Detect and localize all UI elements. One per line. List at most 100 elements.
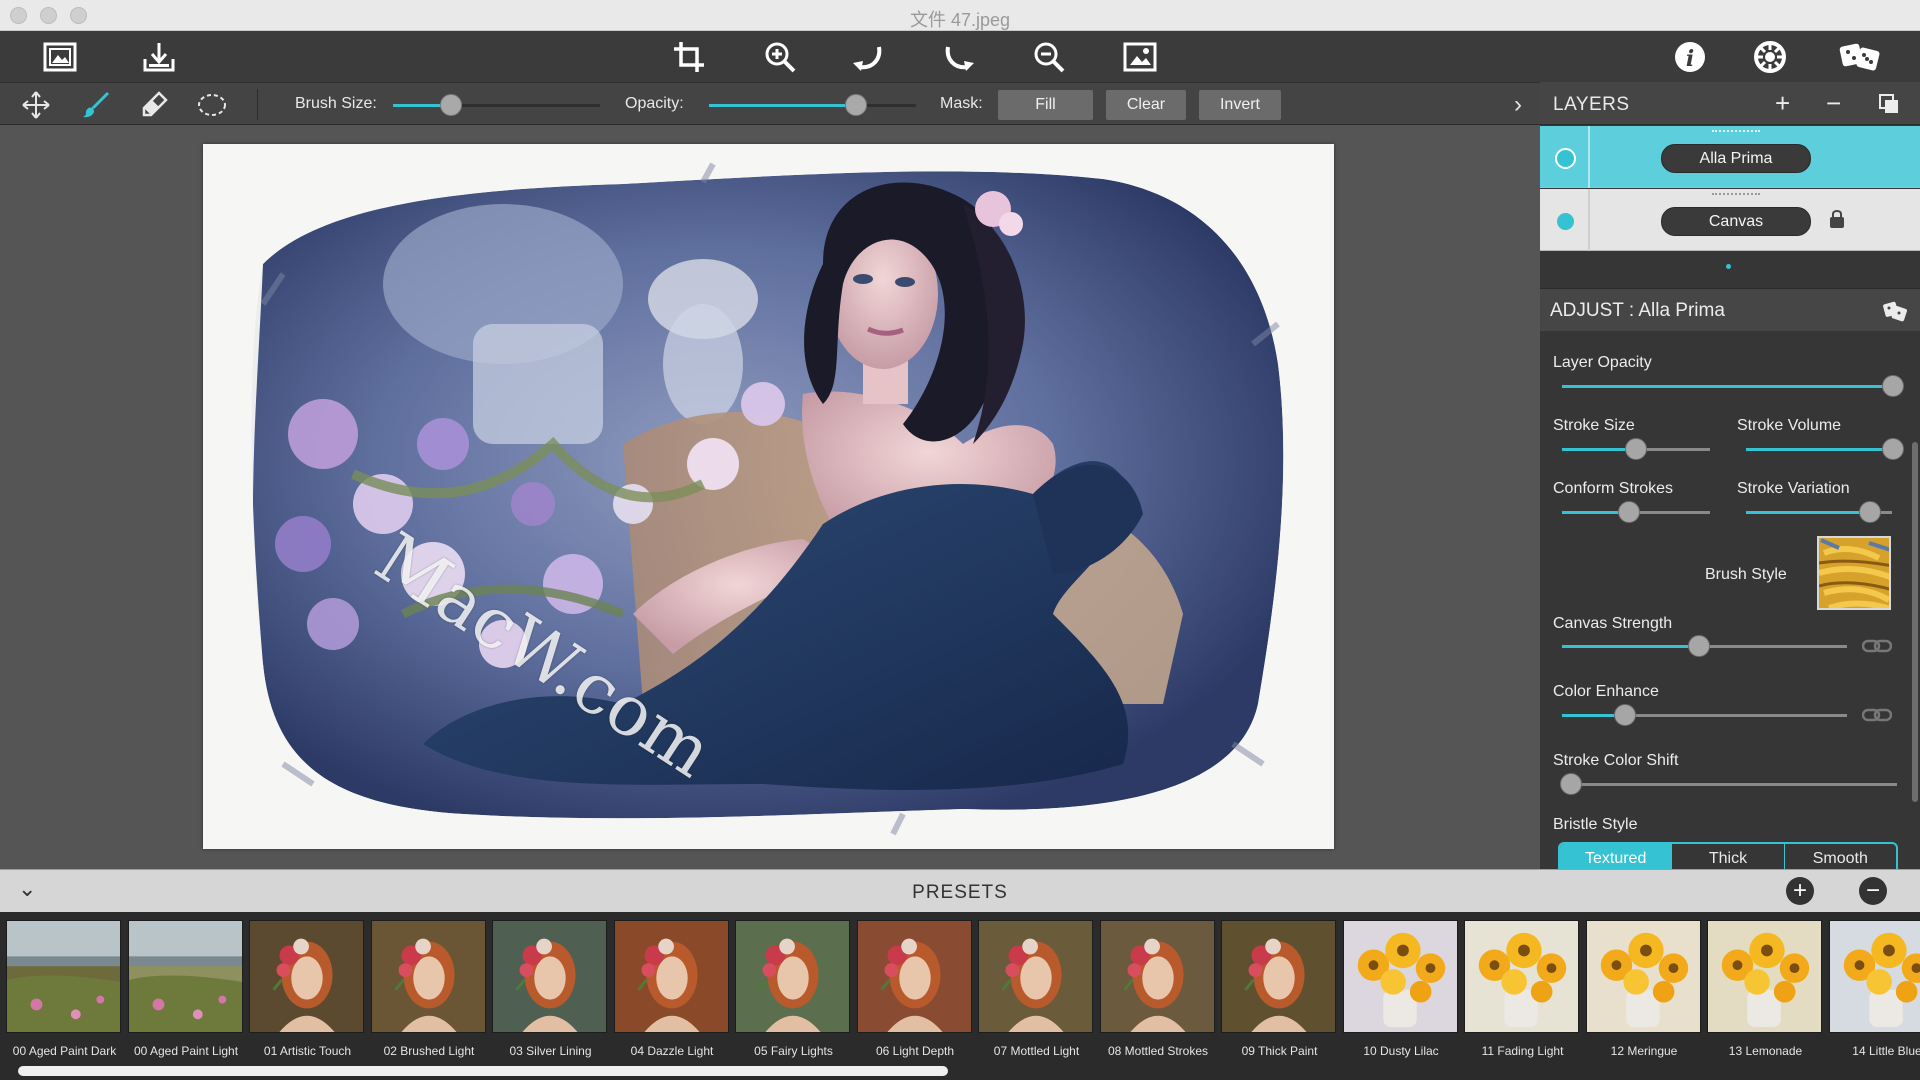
link-icon[interactable] bbox=[1861, 638, 1893, 654]
stroke-variation-slider[interactable] bbox=[1746, 501, 1892, 523]
preset-item[interactable]: 07 Mottled Light bbox=[978, 920, 1095, 1065]
eraser-tool-icon[interactable] bbox=[136, 87, 172, 123]
canvas-strength-fill bbox=[1562, 645, 1699, 648]
brush-style-label: Brush Style bbox=[1705, 566, 1787, 583]
preset-item[interactable]: 13 Lemonade bbox=[1707, 920, 1824, 1065]
drag-handle-icon[interactable] bbox=[1712, 130, 1760, 132]
link-icon[interactable] bbox=[1861, 707, 1893, 723]
preset-item[interactable]: 12 Meringue bbox=[1585, 920, 1703, 1065]
layer-visibility-toggle[interactable] bbox=[1555, 211, 1576, 232]
stroke-volume-knob[interactable] bbox=[1882, 438, 1904, 460]
duplicate-layer-icon[interactable] bbox=[1878, 93, 1900, 119]
layer-row-alla-prima[interactable]: Alla Prima bbox=[1540, 126, 1920, 188]
layer-visibility-toggle[interactable] bbox=[1555, 148, 1576, 169]
randomize-icon[interactable] bbox=[1836, 37, 1884, 77]
preset-thumbnail bbox=[613, 920, 729, 1033]
lasso-tool-icon[interactable] bbox=[194, 87, 230, 123]
preset-label: 10 Dusty Lilac bbox=[1363, 1043, 1439, 1058]
layers-header: LAYERS + − bbox=[1540, 82, 1920, 125]
preset-item[interactable]: 14 Little Blue bbox=[1828, 920, 1920, 1065]
fit-image-icon[interactable] bbox=[1120, 37, 1160, 77]
opacity-knob[interactable] bbox=[845, 94, 867, 116]
stroke-size-slider[interactable] bbox=[1562, 438, 1710, 460]
remove-preset-button[interactable]: − bbox=[1859, 877, 1887, 905]
lock-icon[interactable] bbox=[1829, 209, 1845, 229]
add-layer-icon[interactable]: + bbox=[1775, 90, 1790, 116]
move-tool-icon[interactable] bbox=[18, 87, 54, 123]
preset-item[interactable]: 00 Aged Paint Dark bbox=[6, 920, 123, 1065]
mask-invert-button[interactable]: Invert bbox=[1199, 90, 1281, 120]
color-enhance-slider[interactable] bbox=[1562, 704, 1847, 726]
preset-item[interactable]: 08 Mottled Strokes bbox=[1099, 920, 1217, 1065]
preset-item[interactable]: 11 Fading Light bbox=[1464, 920, 1581, 1065]
remove-layer-icon[interactable]: − bbox=[1826, 90, 1841, 116]
presets-strip: 00 Aged Paint Dark 00 Aged Paint Light 01 … bbox=[0, 912, 1920, 1080]
preset-label: 12 Meringue bbox=[1610, 1043, 1678, 1058]
layer-name: Canvas bbox=[1661, 207, 1811, 236]
layer-opacity-slider[interactable] bbox=[1562, 375, 1904, 397]
preset-item[interactable]: 03 Silver Lining bbox=[492, 920, 609, 1065]
stroke-color-shift-slider[interactable] bbox=[1560, 773, 1897, 795]
crop-icon[interactable] bbox=[669, 37, 709, 77]
stroke-color-shift-knob[interactable] bbox=[1560, 773, 1582, 795]
open-image-icon[interactable] bbox=[40, 37, 80, 77]
drag-handle-icon[interactable] bbox=[1712, 193, 1760, 195]
undo-icon[interactable] bbox=[849, 37, 889, 77]
preset-item[interactable]: 04 Dazzle Light bbox=[613, 920, 731, 1065]
main-toolbar: i bbox=[0, 31, 1920, 82]
preset-item[interactable]: 06 Light Depth bbox=[856, 920, 974, 1065]
zoom-in-icon[interactable] bbox=[760, 37, 800, 77]
canvas-strength-knob[interactable] bbox=[1688, 635, 1710, 657]
brush-size-slider[interactable] bbox=[393, 94, 600, 116]
opacity-fill bbox=[709, 104, 856, 107]
canvas-strength-slider[interactable] bbox=[1562, 635, 1847, 657]
preset-label: 02 Brushed Light bbox=[383, 1043, 475, 1058]
panel-scrollbar[interactable] bbox=[1912, 442, 1918, 802]
canvas-workspace: MacW.com bbox=[0, 125, 1540, 869]
mask-clear-button[interactable]: Clear bbox=[1106, 90, 1186, 120]
panel-resize-handle[interactable] bbox=[1726, 264, 1731, 269]
preset-label: 05 Fairy Lights bbox=[754, 1043, 833, 1058]
adjust-randomize-icon[interactable] bbox=[1882, 299, 1908, 328]
preset-item[interactable]: 02 Brushed Light bbox=[370, 920, 488, 1065]
stroke-volume-slider[interactable] bbox=[1746, 438, 1904, 460]
preset-label: 14 Little Blue bbox=[1852, 1043, 1920, 1058]
info-icon[interactable]: i bbox=[1670, 37, 1710, 77]
preset-item[interactable]: 01 Artistic Touch bbox=[249, 920, 366, 1065]
brush-toolbar: Brush Size: Opacity: Mask: Fill Clear In… bbox=[0, 82, 1540, 125]
zoom-out-icon[interactable] bbox=[1029, 37, 1069, 77]
layer-opacity-knob[interactable] bbox=[1882, 375, 1904, 397]
mask-fill-button[interactable]: Fill bbox=[998, 90, 1093, 120]
svg-text:i: i bbox=[1686, 46, 1694, 72]
brush-size-knob[interactable] bbox=[440, 94, 462, 116]
settings-icon[interactable] bbox=[1750, 37, 1790, 77]
color-enhance-knob[interactable] bbox=[1614, 704, 1636, 726]
preset-item[interactable]: 00 Aged Paint Light bbox=[127, 920, 245, 1065]
presets-scrollbar[interactable] bbox=[18, 1066, 948, 1076]
color-enhance-label: Color Enhance bbox=[1553, 683, 1659, 700]
preset-item[interactable]: 10 Dusty Lilac bbox=[1342, 920, 1460, 1065]
opacity-slider[interactable] bbox=[709, 94, 916, 116]
brush-tool-icon[interactable] bbox=[78, 87, 114, 123]
layer-row-canvas[interactable]: Canvas bbox=[1540, 189, 1920, 251]
preset-item[interactable]: 05 Fairy Lights bbox=[735, 920, 852, 1065]
preset-label: 04 Dazzle Light bbox=[630, 1043, 714, 1058]
preset-item[interactable]: 09 Thick Paint bbox=[1221, 920, 1338, 1065]
stroke-size-knob[interactable] bbox=[1625, 438, 1647, 460]
stroke-variation-fill bbox=[1746, 511, 1870, 514]
stroke-variation-knob[interactable] bbox=[1859, 501, 1881, 523]
chevron-right-icon[interactable]: › bbox=[1514, 91, 1522, 119]
brush-style-swatch[interactable] bbox=[1817, 536, 1891, 610]
add-preset-button[interactable]: + bbox=[1786, 877, 1814, 905]
conform-strokes-slider[interactable] bbox=[1562, 501, 1710, 523]
preset-label: 00 Aged Paint Dark bbox=[12, 1043, 117, 1058]
conform-strokes-knob[interactable] bbox=[1618, 501, 1640, 523]
presets-header: ⌄ PRESETS + − bbox=[0, 869, 1920, 912]
save-export-icon[interactable] bbox=[139, 37, 179, 77]
stroke-variation-label: Stroke Variation bbox=[1737, 480, 1850, 497]
preset-thumbnail bbox=[1221, 920, 1336, 1033]
image-canvas[interactable]: MacW.com bbox=[203, 144, 1334, 849]
preset-thumbnail bbox=[1099, 920, 1215, 1033]
redo-icon[interactable] bbox=[938, 37, 978, 77]
stroke-volume-fill bbox=[1746, 448, 1882, 451]
